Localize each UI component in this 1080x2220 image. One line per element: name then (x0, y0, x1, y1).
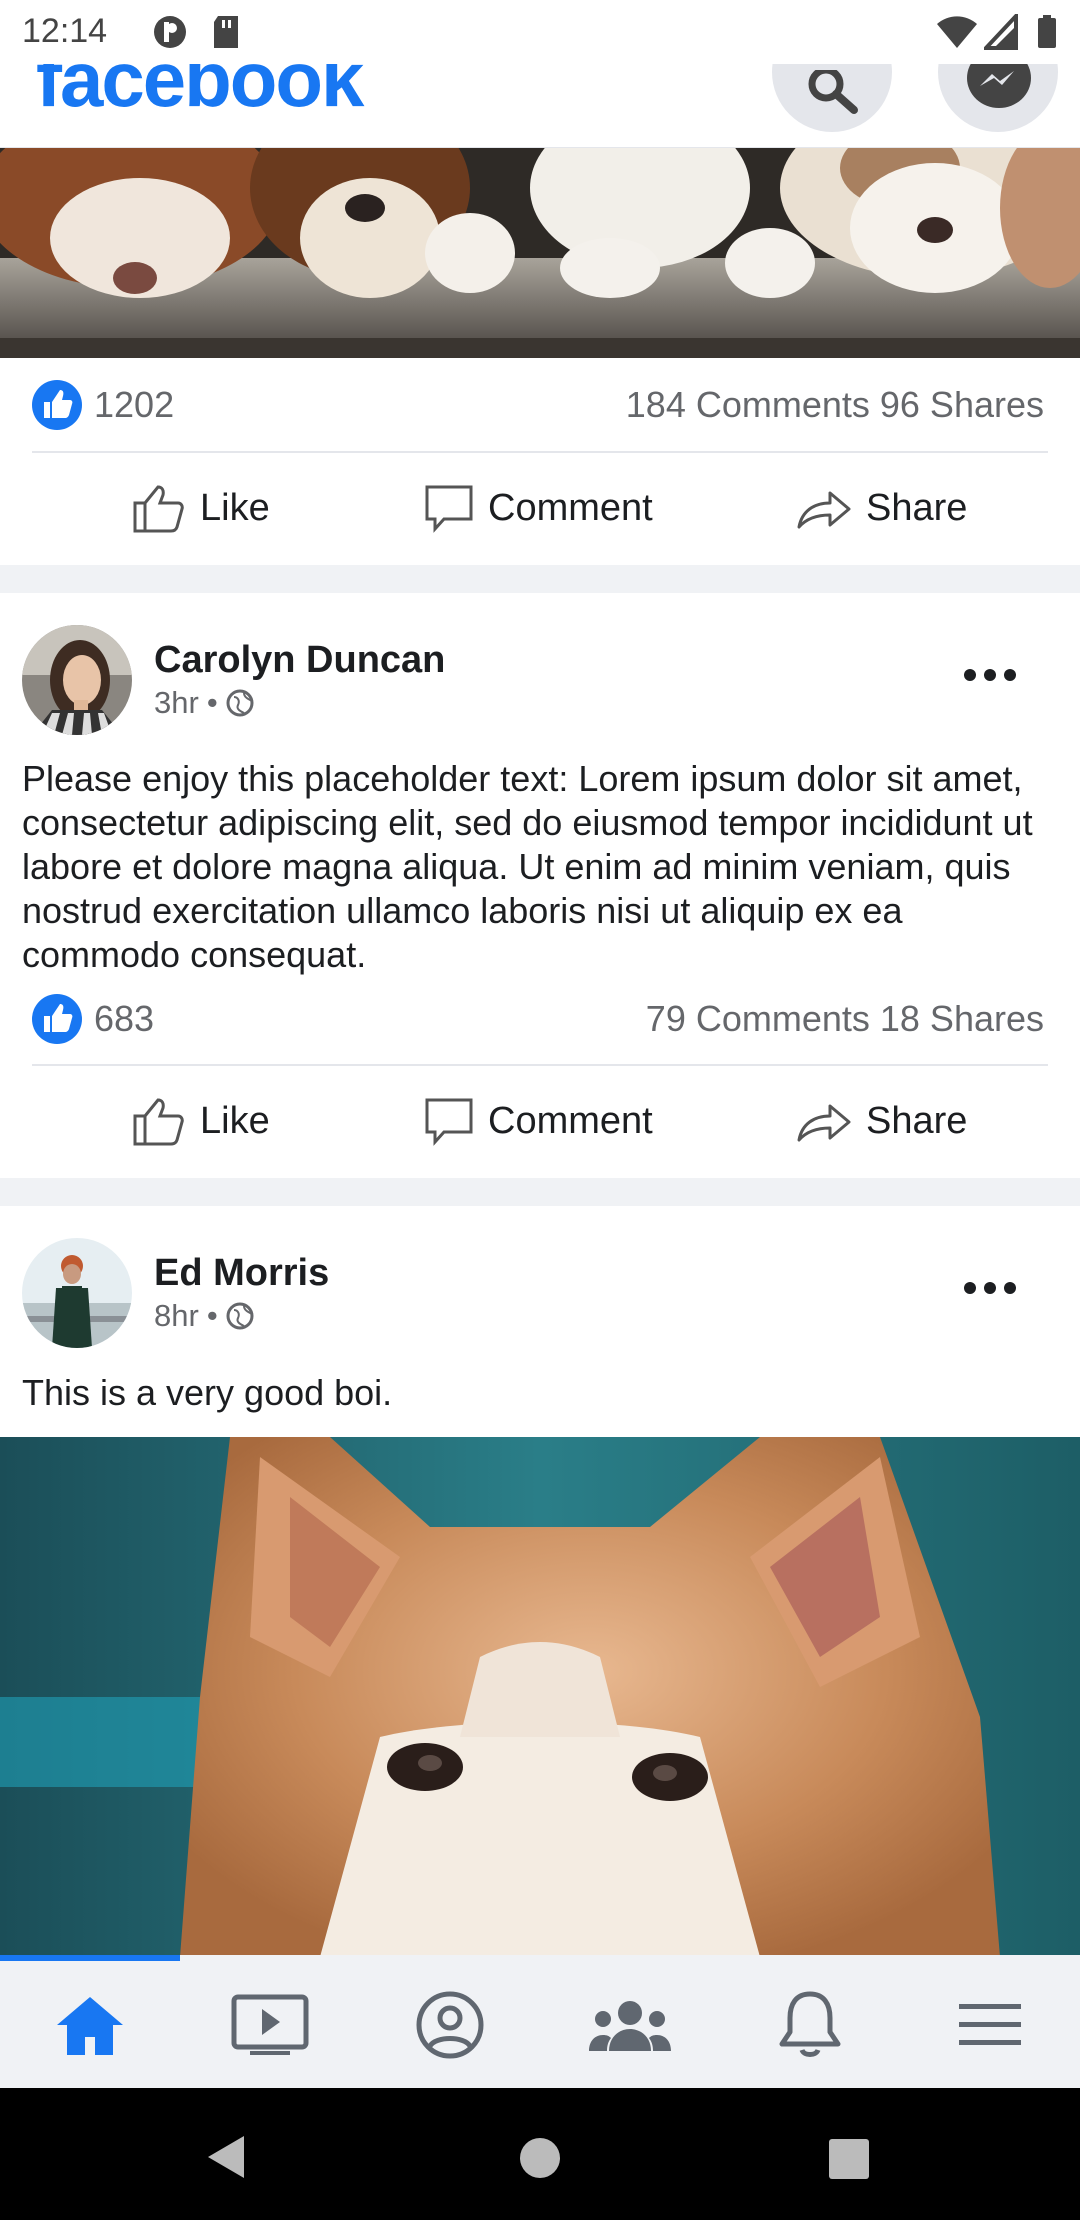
like-button[interactable]: Like (132, 453, 270, 563)
post-separator (0, 565, 1080, 593)
comments-shares-count[interactable]: 79 Comments 18 Shares (646, 998, 1044, 1040)
comment-icon (425, 1098, 473, 1146)
like-button[interactable]: Like (132, 1066, 270, 1176)
bottom-nav (0, 1955, 1080, 2088)
more-options-icon[interactable] (960, 1268, 1020, 1308)
status-time: 12:14 (22, 12, 108, 50)
messenger-icon (967, 64, 1031, 108)
globe-icon (226, 689, 254, 717)
thumbs-up-icon (44, 390, 73, 418)
top-app-bar: facebook (0, 64, 1080, 148)
bell-icon (779, 1991, 841, 2057)
like-reaction-badge (32, 994, 82, 1044)
share-button[interactable]: Share (796, 1066, 967, 1176)
post-header: Carolyn Duncan 3hr • (0, 625, 1080, 745)
home-circle-icon[interactable] (518, 2136, 562, 2180)
battery-icon (1038, 15, 1056, 48)
search-icon (808, 70, 858, 114)
messenger-button[interactable] (938, 64, 1058, 132)
post-text: Please enjoy this placeholder text: Lore… (22, 758, 1033, 975)
like-icon (133, 1098, 184, 1146)
comment-button[interactable]: Comment (424, 1066, 653, 1176)
notification-icon (154, 16, 186, 48)
post-actions: Like Comment Share (0, 1066, 1080, 1176)
like-label: Like (200, 486, 270, 529)
post-header: Ed Morris 8hr • (0, 1238, 1080, 1358)
avatar[interactable] (22, 625, 132, 735)
meta-dot: • (206, 685, 218, 720)
share-icon (797, 1104, 851, 1142)
recents-icon[interactable] (828, 2138, 870, 2180)
author-name[interactable]: Ed Morris (154, 1252, 329, 1295)
post-time[interactable]: 8hr (154, 1298, 199, 1334)
comment-label: Comment (488, 486, 653, 529)
post-meta: 8hr • (154, 1298, 254, 1334)
system-navigation-bar (0, 2088, 1080, 2220)
comment-button[interactable]: Comment (424, 453, 653, 563)
home-icon (57, 1996, 123, 2055)
author-name[interactable]: Carolyn Duncan (154, 639, 445, 682)
more-options-icon[interactable] (960, 655, 1020, 695)
groups-icon (589, 2000, 671, 2051)
tab-groups[interactable] (540, 1961, 720, 2088)
search-button[interactable] (772, 64, 892, 132)
share-label: Share (866, 486, 968, 529)
tab-home[interactable] (0, 1961, 180, 2088)
globe-icon (226, 1302, 254, 1330)
post-stats: 683 79 Comments 18 Shares (0, 972, 1080, 1066)
tab-profile[interactable] (360, 1961, 540, 2088)
video-icon (231, 1994, 309, 2055)
status-bar: 12:14 (0, 0, 1080, 64)
signal-icon (984, 14, 1018, 50)
tab-notifications[interactable] (720, 1961, 900, 2088)
like-label: Like (200, 1099, 270, 1142)
comment-icon (425, 485, 473, 533)
share-icon (797, 491, 851, 529)
like-reaction-badge (32, 380, 82, 430)
post-actions: Like Comment Share (0, 453, 1080, 563)
share-button[interactable]: Share (796, 453, 967, 563)
tab-watch[interactable] (180, 1961, 360, 2088)
menu-icon (959, 2003, 1021, 2045)
avatar[interactable] (22, 1238, 132, 1348)
post-text: This is a very good boi. (22, 1372, 393, 1413)
profile-icon (416, 1991, 484, 2058)
like-icon (133, 485, 184, 533)
post-image-dog[interactable] (0, 1437, 1080, 1957)
post-separator (0, 1178, 1080, 1206)
wifi-icon (937, 16, 977, 48)
post-image-puppies[interactable] (0, 148, 1080, 358)
thumbs-up-icon (44, 1004, 73, 1032)
back-icon[interactable] (204, 2134, 248, 2180)
tab-menu[interactable] (900, 1961, 1080, 2088)
comments-shares-count[interactable]: 184 Comments 96 Shares (626, 384, 1044, 426)
post-stats: 1202 184 Comments 96 Shares (0, 358, 1080, 452)
meta-dot: • (206, 1298, 218, 1333)
comment-label: Comment (488, 1099, 653, 1142)
facebook-logo: facebook (36, 64, 364, 123)
post-time[interactable]: 3hr (154, 685, 199, 721)
share-label: Share (866, 1099, 968, 1142)
sd-card-icon (214, 16, 238, 48)
like-count[interactable]: 1202 (94, 384, 174, 426)
post-meta: 3hr • (154, 685, 254, 721)
like-count[interactable]: 683 (94, 998, 154, 1040)
